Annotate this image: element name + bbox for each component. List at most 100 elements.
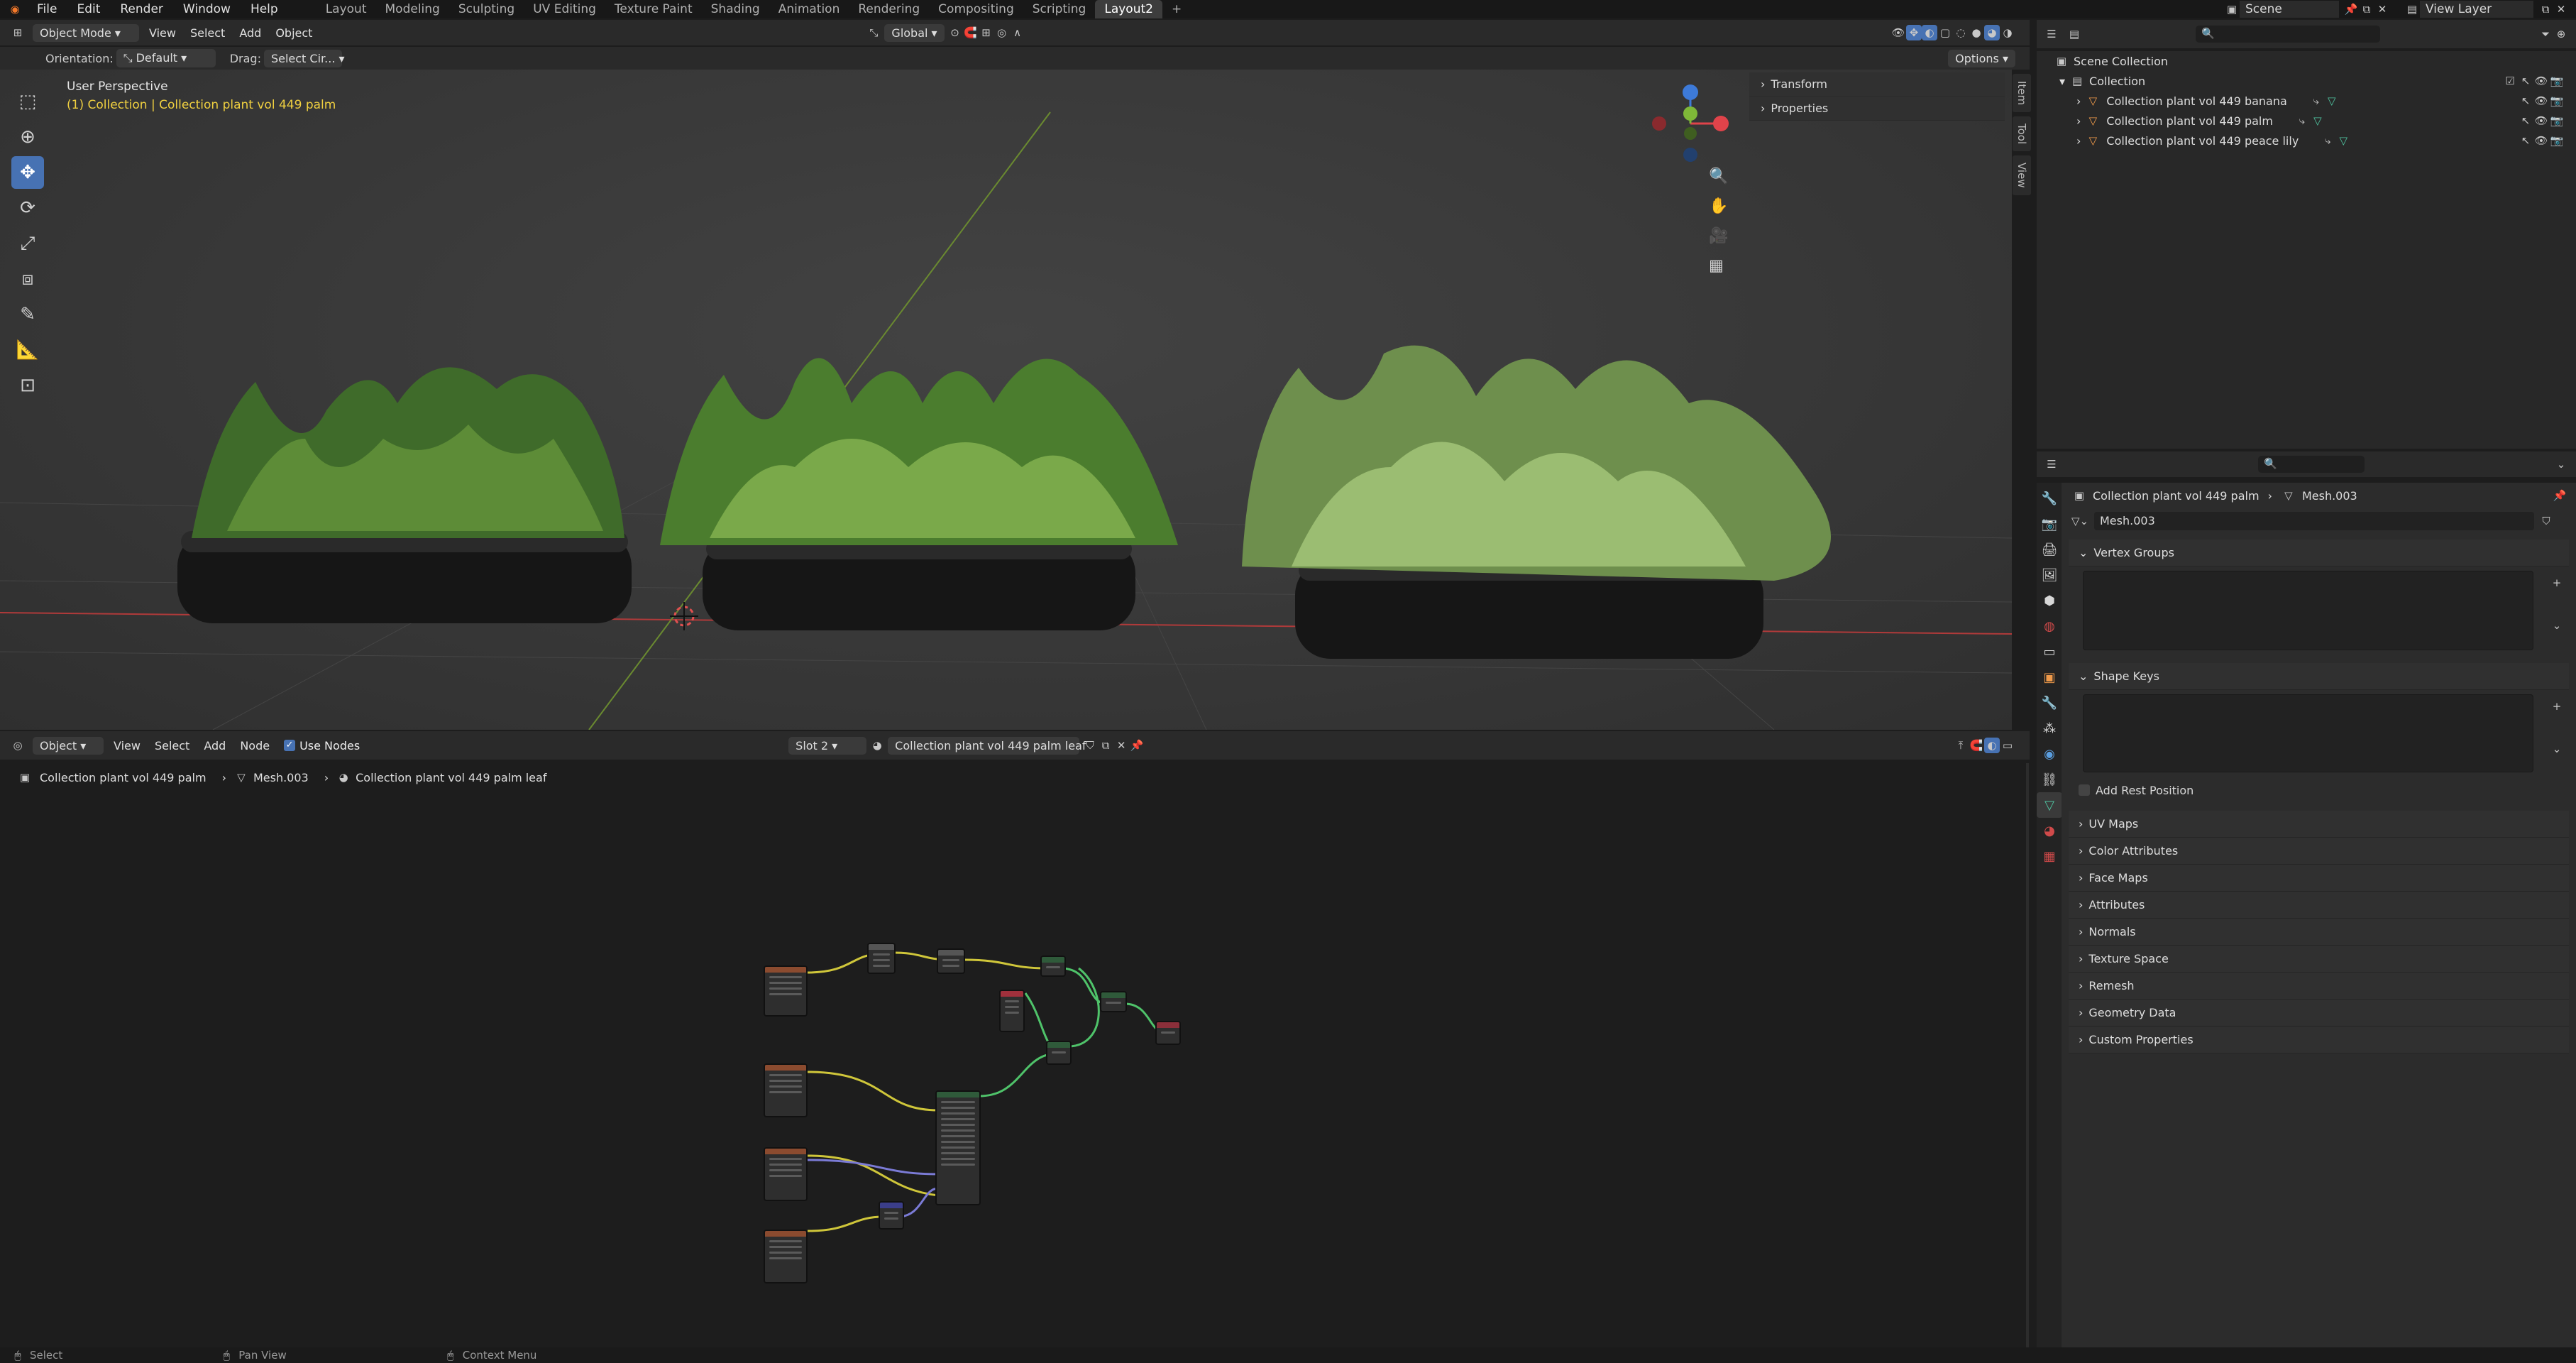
transform-panel-header[interactable]: › Transform	[1749, 72, 2005, 97]
viewport-menu-view[interactable]: View	[142, 26, 183, 40]
menu-edit[interactable]: Edit	[67, 2, 110, 16]
outliner-scene-collection[interactable]: ▣ Scene Collection	[2037, 51, 2576, 71]
workspace-tab-animation[interactable]: Animation	[769, 0, 849, 18]
shader-node[interactable]	[764, 1230, 808, 1283]
menu-window[interactable]: Window	[173, 2, 241, 16]
render-tab-icon[interactable]: 📷	[2037, 511, 2062, 537]
3d-viewport[interactable]: ⬚ ⊕ ✥ ⟳ ⤢ ⧈ ✎ 📐 ⊡ User Perspective (1) C…	[0, 70, 2012, 730]
scene-copy-icon[interactable]: ⧉	[2359, 1, 2374, 17]
workspace-tab-rendering[interactable]: Rendering	[849, 0, 929, 18]
add-workspace-button[interactable]: +	[1162, 0, 1191, 18]
sidetab-item[interactable]: Item	[2013, 74, 2031, 113]
outliner-item-palm[interactable]: › ▽ Collection plant vol 449 palm ⤷ ▽ ↖ …	[2037, 111, 2576, 131]
menu-help[interactable]: Help	[241, 2, 288, 16]
scene-pin-icon[interactable]: 📌	[2343, 1, 2359, 17]
workspace-tab-scripting[interactable]: Scripting	[1023, 0, 1096, 18]
proportional-edit-icon[interactable]: ◎	[994, 25, 1010, 40]
modifier-tab-icon[interactable]: 🔧	[2037, 690, 2062, 716]
properties-editor-type-icon[interactable]: ☰	[2044, 456, 2059, 472]
workspace-tab-sculpting[interactable]: Sculpting	[449, 0, 524, 18]
zoom-icon[interactable]: 🔍	[1709, 168, 1728, 185]
output-tab-icon[interactable]: 🖨	[2037, 537, 2062, 562]
remesh-panel-header[interactable]: › Remesh	[2069, 973, 2569, 1000]
item-render-icon[interactable]: 📷	[2549, 113, 2565, 128]
pivot-icon[interactable]: ⊙	[947, 25, 963, 40]
area-divider[interactable]	[2026, 763, 2029, 1347]
uv-maps-panel-header[interactable]: › UV Maps	[2069, 811, 2569, 838]
navigation-gizmo[interactable]	[1639, 80, 1739, 172]
shader-node[interactable]	[764, 1147, 808, 1201]
viewport-menu-add[interactable]: Add	[232, 26, 268, 40]
new-collection-icon[interactable]: ⊕	[2553, 26, 2569, 42]
workspace-tab-layout2[interactable]: Layout2	[1095, 0, 1162, 18]
slot-dropdown[interactable]: Slot 2 ▾	[788, 736, 867, 755]
outliner-editor-type-icon[interactable]: ☰	[2044, 26, 2059, 42]
snap-icon[interactable]: 🧲	[963, 25, 979, 40]
item-render-icon[interactable]: 📷	[2549, 93, 2565, 109]
viewport-menu-object[interactable]: Object	[268, 26, 319, 40]
outliner-search-field[interactable]: 🔍	[2196, 26, 2380, 43]
options-dropdown[interactable]: Options ▾	[1948, 49, 2015, 67]
attributes-panel-header[interactable]: › Attributes	[2069, 892, 2569, 919]
outliner-display-mode-icon[interactable]: ▤	[2066, 26, 2082, 42]
pan-hand-icon[interactable]: ✋	[1709, 197, 1728, 215]
principled-bsdf-node[interactable]	[935, 1090, 981, 1205]
shader-node[interactable]	[937, 948, 965, 974]
constraints-tab-icon[interactable]: ⛓	[2037, 767, 2062, 792]
tool-tab-icon[interactable]: 🔧	[2037, 486, 2062, 511]
texture-space-panel-header[interactable]: › Texture Space	[2069, 946, 2569, 973]
expand-arrow-icon[interactable]: ›	[2076, 134, 2081, 148]
editor-type-icon[interactable]: ⊞	[10, 25, 26, 40]
node-backdrop-icon[interactable]: ▭	[2000, 738, 2015, 753]
expand-arrow-icon[interactable]: ›	[2076, 94, 2081, 108]
sidetab-tool[interactable]: Tool	[2013, 116, 2031, 152]
scene-close-icon[interactable]: ✕	[2374, 1, 2390, 17]
workspace-tab-shading[interactable]: Shading	[702, 0, 769, 18]
mesh-data-tab-icon[interactable]: ▽	[2037, 792, 2062, 818]
properties-pin-icon[interactable]: 📌	[2552, 488, 2567, 503]
mesh-name-field[interactable]: Mesh.003	[2094, 512, 2534, 530]
node-editor-type-dropdown[interactable]: Object ▾	[33, 736, 104, 755]
falloff-icon[interactable]: ∧	[1010, 25, 1025, 40]
transform-tool-icon[interactable]: ⧈	[11, 263, 44, 295]
add-cube-tool-icon[interactable]: ⊡	[11, 369, 44, 402]
measure-tool-icon[interactable]: 📐	[11, 334, 44, 366]
drag-dropdown[interactable]: Select Cir... ▾	[263, 49, 345, 67]
item-select-icon[interactable]: ↖	[2518, 93, 2533, 109]
particles-tab-icon[interactable]: ⁂	[2037, 716, 2062, 741]
menu-render[interactable]: Render	[110, 2, 173, 16]
item-hide-icon[interactable]: 👁	[2533, 93, 2549, 109]
geometry-data-panel-header[interactable]: › Geometry Data	[2069, 1000, 2569, 1027]
cursor-tool-icon[interactable]: ⊕	[11, 121, 44, 153]
item-render-icon[interactable]: 📷	[2549, 133, 2565, 148]
world-tab-icon[interactable]: ◍	[2037, 613, 2062, 639]
annotate-tool-icon[interactable]: ✎	[11, 298, 44, 331]
properties-panel-header[interactable]: › Properties	[1749, 97, 2005, 121]
shader-node[interactable]	[867, 943, 896, 974]
node-editor-canvas[interactable]: ▣ Collection plant vol 449 palm › ▽ Mesh…	[0, 762, 2012, 1349]
shading-rendered-icon[interactable]: ◑	[2000, 25, 2015, 40]
workspace-tab-uv-editing[interactable]: UV Editing	[524, 0, 605, 18]
material-output-node[interactable]	[1155, 1021, 1181, 1045]
material-browse-icon[interactable]: ◕	[869, 738, 885, 753]
node-menu-add[interactable]: Add	[197, 739, 233, 752]
physics-tab-icon[interactable]: ◉	[2037, 741, 2062, 767]
blender-logo-icon[interactable]: ◉	[7, 1, 23, 17]
object-tab-icon[interactable]: ▣	[2037, 664, 2062, 690]
material-tab-icon[interactable]: ◕	[2037, 818, 2062, 843]
view-layer-name[interactable]: View Layer	[2420, 1, 2533, 18]
material-fake-user-icon[interactable]: ⛉	[1082, 738, 1098, 753]
texture-tab-icon[interactable]: ▦	[2037, 843, 2062, 869]
item-select-icon[interactable]: ↖	[2518, 133, 2533, 148]
move-tool-icon[interactable]: ✥	[11, 156, 44, 189]
expand-arrow-icon[interactable]: ▾	[2059, 75, 2065, 88]
custom-properties-panel-header[interactable]: › Custom Properties	[2069, 1027, 2569, 1053]
scene-name[interactable]: Scene	[2240, 1, 2339, 18]
material-pin-icon[interactable]: 📌	[1129, 738, 1145, 753]
rotate-tool-icon[interactable]: ⟳	[11, 192, 44, 224]
workspace-tab-layout[interactable]: Layout	[317, 0, 376, 18]
orientation-dropdown[interactable]: ⤡ Default ▾	[116, 49, 216, 67]
mesh-fake-user-icon[interactable]: ⛉	[2538, 513, 2554, 529]
collection-select-icon[interactable]: ↖	[2518, 73, 2533, 89]
color-attributes-panel-header[interactable]: › Color Attributes	[2069, 838, 2569, 865]
